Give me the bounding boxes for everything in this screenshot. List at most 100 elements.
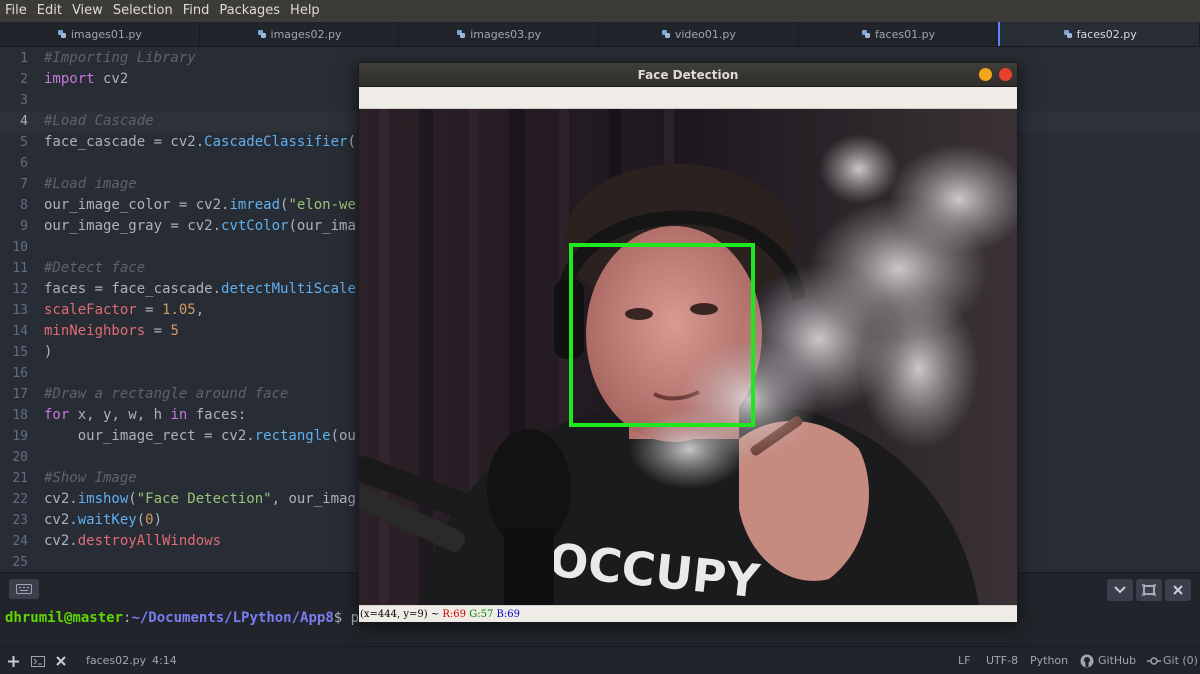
- chevron-down-icon: [1114, 586, 1126, 594]
- code-token: waitKey: [77, 512, 137, 528]
- minimize-button[interactable]: [979, 68, 992, 81]
- status-encoding[interactable]: UTF-8: [986, 647, 1018, 674]
- menu-packages[interactable]: Packages: [215, 0, 284, 22]
- tab-faces02[interactable]: faces02.py: [998, 22, 1200, 46]
- code-token: faces = face_cascade.: [44, 281, 222, 297]
- code-text: faces = face_cascade.detectMultiScale: [44, 279, 356, 300]
- code-token: detectMultiScale: [221, 281, 356, 297]
- line-number: 9: [20, 219, 28, 234]
- code-token: 5: [170, 323, 179, 339]
- menu-edit[interactable]: Edit: [33, 0, 66, 22]
- code-text: cv2.destroyAllWindows: [44, 531, 221, 552]
- line-number: 21: [12, 471, 28, 486]
- collapse-panel-button[interactable]: [1107, 579, 1133, 601]
- status-filename[interactable]: faces02.py: [86, 647, 146, 674]
- status-line-ending[interactable]: LF: [958, 647, 970, 674]
- line-number: 12: [12, 282, 28, 297]
- tab-label: images01.py: [70, 27, 142, 41]
- status-cursor-position[interactable]: 4:14: [152, 647, 177, 674]
- git-branch-icon: [1147, 657, 1161, 665]
- code-token: "Face Detection": [136, 491, 272, 507]
- line-number: 11: [12, 261, 28, 276]
- window-titlebar[interactable]: Face Detection: [359, 63, 1017, 87]
- menu-find[interactable]: Find: [179, 0, 214, 22]
- code-token: #Load Cascade: [44, 113, 154, 129]
- code-text: #Load Cascade: [44, 111, 154, 132]
- github-icon: [1080, 654, 1094, 668]
- code-token: "elon-we: [288, 197, 356, 213]
- tab-label: faces01.py: [874, 27, 936, 41]
- code-token: faces:: [187, 407, 247, 423]
- menu-view[interactable]: View: [68, 0, 107, 22]
- code-text: our_image_color = cv2.imread("elon-we: [44, 195, 356, 216]
- prompt-command: p: [342, 610, 360, 626]
- status-git[interactable]: Git (0): [1163, 647, 1198, 674]
- line-number: 10: [12, 240, 28, 255]
- code-token: =: [136, 302, 163, 318]
- tab-label: faces02.py: [1076, 27, 1137, 41]
- tab-video01[interactable]: video01.py: [599, 22, 799, 46]
- prompt-user: dhrumil@master: [5, 610, 124, 626]
- tab-images01[interactable]: images01.py: [0, 22, 200, 46]
- close-window-button[interactable]: [999, 68, 1012, 81]
- line-number: 23: [12, 513, 28, 528]
- terminal-prompt: dhrumil@master:~/Documents/LPython/App8$…: [5, 610, 359, 626]
- code-text: ): [44, 342, 52, 363]
- code-token: ): [153, 512, 163, 528]
- code-token: (our_ima: [288, 218, 356, 234]
- tab-images02[interactable]: images02.py: [200, 22, 400, 46]
- status-github[interactable]: GitHub: [1098, 647, 1136, 674]
- line-number: 4: [20, 114, 28, 129]
- code-token: our_image_gray = cv2.: [44, 218, 222, 234]
- code-token: x, y, w, h: [69, 407, 171, 423]
- python-file-icon: [57, 30, 66, 38]
- code-text: #Draw a rectangle around face: [44, 384, 288, 405]
- code-token: cvtColor: [221, 218, 289, 234]
- line-number: 3: [20, 93, 28, 108]
- tab-label: video01.py: [674, 27, 736, 41]
- code-text: our_image_rect = cv2.rectangle(ou: [44, 426, 356, 447]
- code-token: imread: [229, 197, 281, 213]
- code-text: #Detect face: [44, 258, 145, 279]
- add-terminal-icon[interactable]: [8, 656, 19, 667]
- line-number: 20: [12, 450, 28, 465]
- menu-file[interactable]: File: [1, 0, 31, 22]
- prompt-dollar: $: [333, 610, 343, 626]
- code-token: 0: [145, 512, 154, 528]
- code-token: =: [145, 323, 171, 339]
- status-grammar[interactable]: Python: [1030, 647, 1068, 674]
- prompt-path: ~/Documents/LPython/App8: [131, 610, 334, 626]
- line-number: 1: [20, 51, 28, 66]
- code-text: import cv2: [44, 69, 128, 90]
- line-number: 16: [12, 366, 28, 381]
- code-token: cv2: [94, 71, 129, 87]
- code-token: #Detect face: [44, 260, 146, 276]
- pixel-green: G:57: [469, 609, 494, 620]
- face-detection-window[interactable]: Face Detection OCCUPY (x=444, y=9) ~ R:6…: [358, 62, 1018, 622]
- line-number: 6: [20, 156, 28, 171]
- maximize-panel-button[interactable]: [1136, 579, 1162, 601]
- close-panel-button[interactable]: [1165, 579, 1191, 601]
- pixel-red: R:69: [442, 609, 467, 620]
- code-text: #Load image: [44, 174, 137, 195]
- code-token: import: [44, 71, 95, 87]
- python-file-icon: [861, 30, 870, 38]
- pixel-coords: (x=444, y=9) ~: [360, 609, 443, 620]
- menu-selection[interactable]: Selection: [109, 0, 177, 22]
- menu-help[interactable]: Help: [286, 0, 324, 22]
- keyboard-button[interactable]: [9, 579, 39, 599]
- tab-faces01[interactable]: faces01.py: [799, 22, 999, 46]
- code-token: our_image_rect = cv2.: [44, 428, 255, 444]
- close-icon: [1173, 585, 1183, 595]
- close-icon[interactable]: [56, 656, 66, 666]
- line-number: 24: [12, 534, 28, 549]
- code-token: CascadeClassifier: [204, 134, 348, 150]
- code-text: face_cascade = cv2.CascadeClassifier(: [44, 132, 356, 153]
- terminal-icon[interactable]: [31, 656, 45, 667]
- line-number: 19: [12, 429, 28, 444]
- line-number: 8: [20, 198, 28, 213]
- tab-images03[interactable]: images03.py: [399, 22, 600, 46]
- code-text: our_image_gray = cv2.cvtColor(our_ima: [44, 216, 356, 237]
- detection-image[interactable]: OCCUPY: [359, 109, 1017, 605]
- line-number: 15: [12, 345, 28, 360]
